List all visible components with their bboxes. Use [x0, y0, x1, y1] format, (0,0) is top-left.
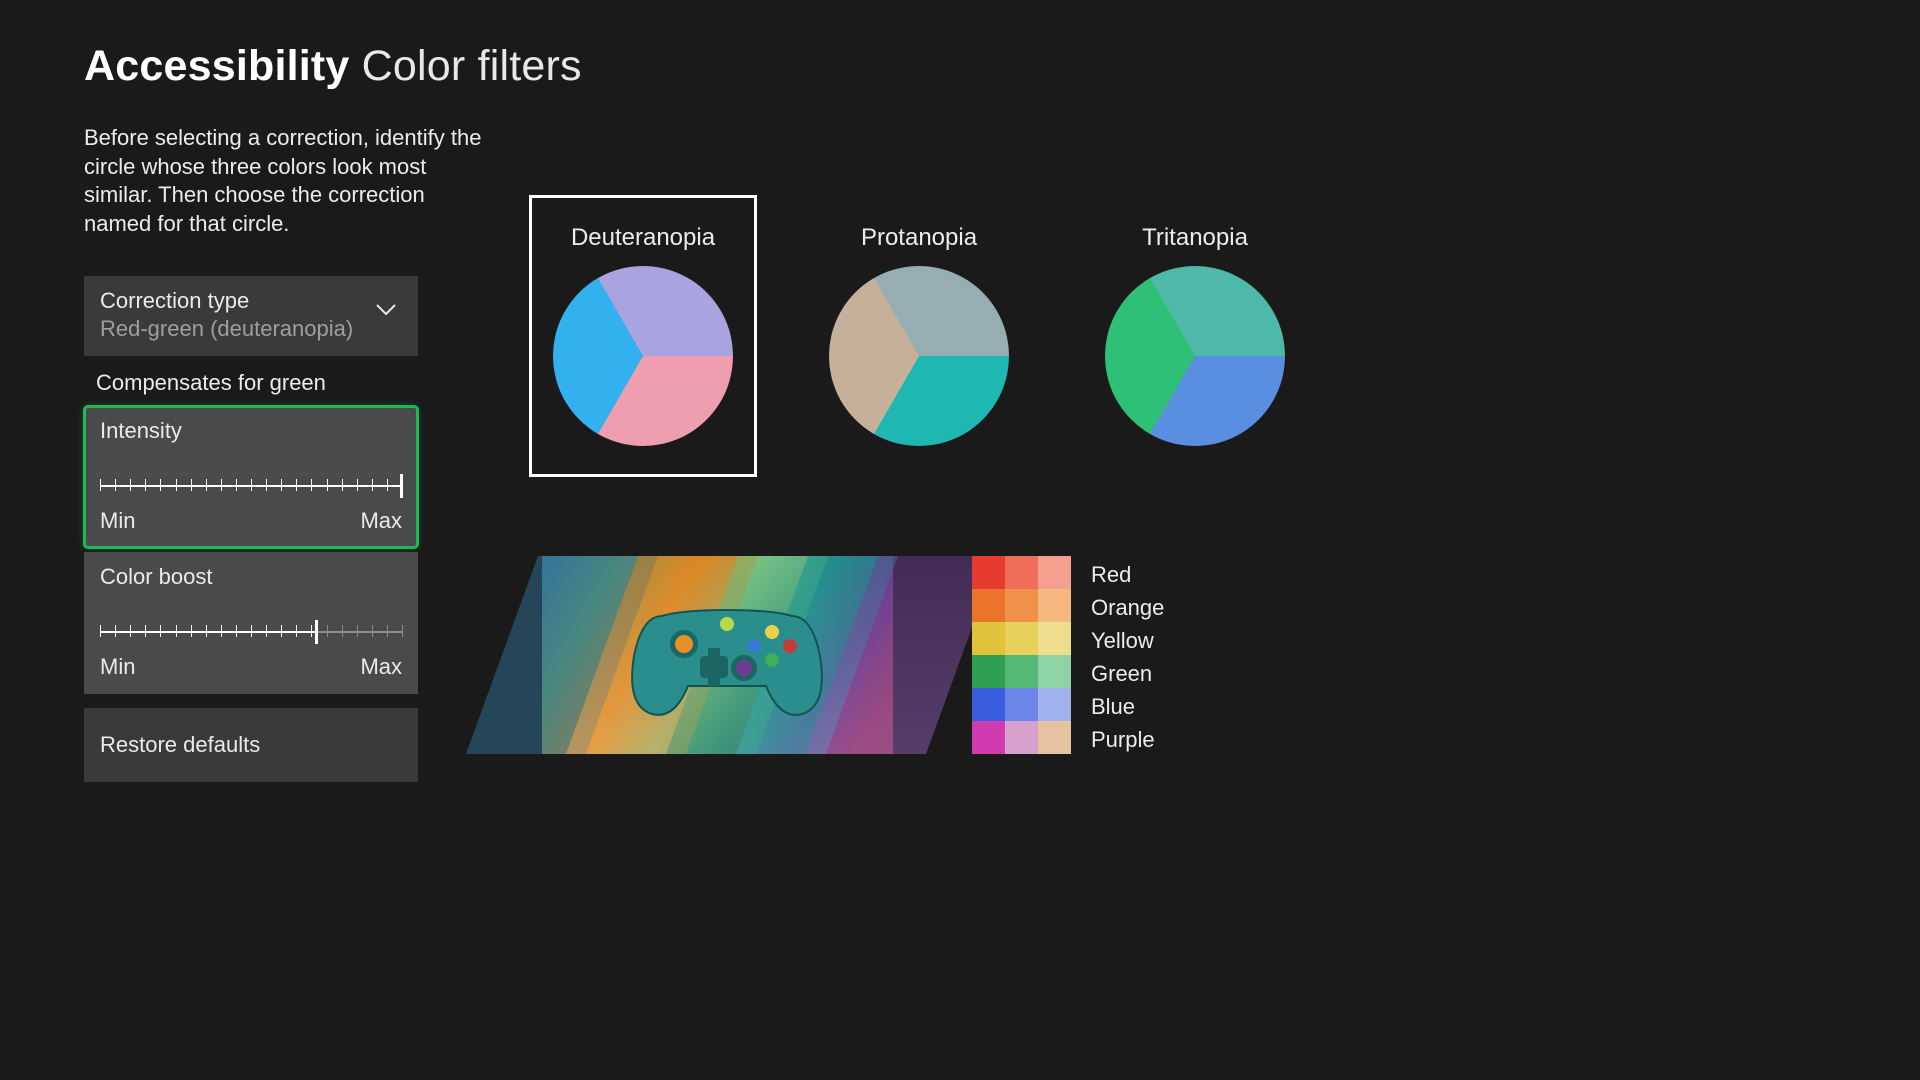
swatch-cell	[1005, 556, 1038, 589]
swatch-cell	[972, 556, 1005, 589]
pie-chart-icon	[1105, 266, 1285, 446]
filter-title: Tritanopia	[1102, 224, 1288, 252]
controller-illustration	[622, 586, 832, 726]
slider-label: Intensity	[100, 418, 402, 444]
pie-chart-icon	[829, 266, 1009, 446]
swatch-cell	[1005, 589, 1038, 622]
color-swatch-legend: RedOrangeYellowGreenBluePurple	[972, 556, 1164, 754]
swatch-cell	[1005, 688, 1038, 721]
instructions-text: Before selecting a correction, identify …	[84, 124, 484, 238]
swatch-cell	[1005, 721, 1038, 754]
swatch-cell	[1005, 655, 1038, 688]
color-boost-slider[interactable]: Color boost Min Max	[84, 552, 418, 694]
slider-thumb[interactable]	[315, 620, 318, 644]
swatch-label: Red	[1091, 558, 1164, 591]
slider-track[interactable]	[100, 474, 402, 498]
swatch-label: Orange	[1091, 591, 1164, 624]
page-title: Accessibility Color filters	[84, 42, 582, 91]
swatch-cell	[972, 589, 1005, 622]
correction-type-dropdown[interactable]: Correction type Red-green (deuteranopia)	[84, 276, 418, 356]
swatch-cell	[1038, 589, 1071, 622]
slider-label: Color boost	[100, 564, 402, 590]
filter-title: Deuteranopia	[550, 224, 736, 252]
title-category: Accessibility	[84, 42, 350, 90]
restore-defaults-button[interactable]: Restore defaults	[84, 708, 418, 782]
swatch-cell	[972, 622, 1005, 655]
slider-max-label: Max	[360, 508, 402, 534]
slider-max-label: Max	[360, 654, 402, 680]
filter-title: Protanopia	[826, 224, 1012, 252]
slider-thumb[interactable]	[400, 474, 403, 498]
slider-min-label: Min	[100, 654, 135, 680]
filter-card-deuteranopia[interactable]: Deuteranopia	[530, 196, 756, 476]
pie-chart-icon	[553, 266, 733, 446]
dropdown-label: Correction type	[100, 288, 402, 314]
correction-description: Compensates for green	[96, 370, 418, 396]
swatch-label: Yellow	[1091, 624, 1164, 657]
swatch-cell	[1038, 556, 1071, 589]
swatch-cell	[972, 655, 1005, 688]
title-page: Color filters	[362, 42, 582, 90]
swatch-cell	[972, 721, 1005, 754]
filter-card-tritanopia[interactable]: Tritanopia	[1082, 196, 1308, 476]
swatch-cell	[1038, 655, 1071, 688]
swatch-label: Purple	[1091, 723, 1164, 756]
swatch-cell	[1005, 622, 1038, 655]
slider-min-label: Min	[100, 508, 135, 534]
swatch-label: Blue	[1091, 690, 1164, 723]
chevron-down-icon	[376, 304, 396, 316]
preview-image	[542, 556, 893, 754]
swatch-cell	[972, 688, 1005, 721]
slider-track[interactable]	[100, 620, 402, 644]
swatch-cell	[1038, 721, 1071, 754]
dropdown-value: Red-green (deuteranopia)	[100, 316, 402, 342]
swatch-cell	[1038, 622, 1071, 655]
swatch-label: Green	[1091, 657, 1164, 690]
intensity-slider[interactable]: Intensity Min Max	[84, 406, 418, 548]
filter-card-protanopia[interactable]: Protanopia	[806, 196, 1032, 476]
swatch-cell	[1038, 688, 1071, 721]
